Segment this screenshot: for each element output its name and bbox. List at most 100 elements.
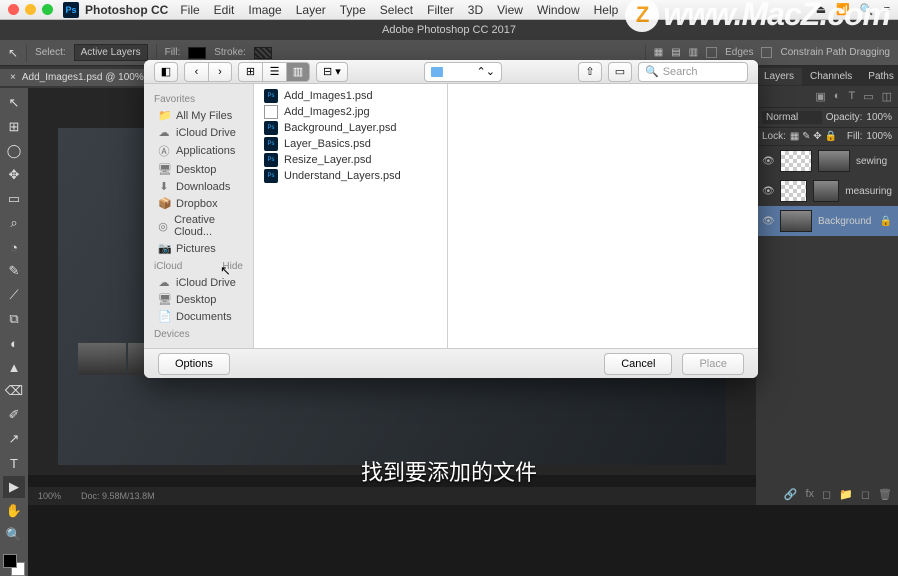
layer-row[interactable]: 👁 measuring xyxy=(756,176,898,206)
list-view-button[interactable]: ☰ xyxy=(262,62,286,82)
blend-mode-dropdown[interactable]: Normal xyxy=(762,111,822,124)
file-row[interactable]: PsAdd_Images1.psd xyxy=(254,88,447,104)
cancel-button[interactable]: Cancel xyxy=(604,353,672,375)
document-tab[interactable]: × Add_Images1.psd @ 100% xyxy=(0,69,154,86)
gradient-tool[interactable]: ▲ xyxy=(3,356,25,378)
hand-tool[interactable]: ✋ xyxy=(3,500,25,522)
forward-button[interactable]: › xyxy=(208,62,232,82)
tab-paths[interactable]: Paths xyxy=(860,68,898,85)
close-tab-icon[interactable]: × xyxy=(10,72,16,83)
opacity-value[interactable]: 100% xyxy=(866,112,892,123)
arrange-button[interactable]: ⊟ ▾ xyxy=(316,62,348,82)
filter-shape-icon[interactable]: ▭ xyxy=(863,90,873,103)
close-window-icon[interactable] xyxy=(8,4,19,15)
sidebar-toggle-button[interactable]: ◧ xyxy=(154,62,178,82)
back-button[interactable]: ‹ xyxy=(184,62,208,82)
sidebar-item-icloud-drive[interactable]: ☁iCloud Drive xyxy=(144,124,253,141)
place-button[interactable]: Place xyxy=(682,353,744,375)
visibility-icon[interactable]: 👁 xyxy=(762,156,774,167)
file-row[interactable]: PsBackground_Layer.psd xyxy=(254,120,447,136)
share-button[interactable]: ⇧ xyxy=(578,62,602,82)
folder-popup[interactable]: ⌃⌄ xyxy=(424,62,502,82)
file-row[interactable]: PsUnderstand_Layers.psd xyxy=(254,168,447,184)
layer-mask-icon[interactable]: ◻ xyxy=(822,488,831,501)
zoom-level[interactable]: 100% xyxy=(38,491,61,501)
align-icon[interactable]: ▦ xyxy=(654,47,663,58)
menu-type[interactable]: Type xyxy=(340,3,366,17)
eraser-tool[interactable]: ◐ xyxy=(3,332,25,354)
quick-select-tool[interactable]: ✥ xyxy=(3,164,25,186)
filter-pixel-icon[interactable]: ▣ xyxy=(815,90,825,103)
hide-button[interactable]: Hide xyxy=(222,261,243,272)
lasso-tool[interactable]: ◯ xyxy=(3,140,25,162)
brush-tool[interactable]: ✎ xyxy=(3,260,25,282)
column-view-button[interactable]: ▥ xyxy=(286,62,310,82)
zoom-window-icon[interactable] xyxy=(42,4,53,15)
menu-edit[interactable]: Edit xyxy=(214,3,235,17)
tab-channels[interactable]: Channels xyxy=(802,68,860,85)
layer-name[interactable]: sewing xyxy=(856,156,887,167)
file-row[interactable]: PsResize_Layer.psd xyxy=(254,152,447,168)
foreground-color-swatch[interactable] xyxy=(3,554,17,568)
file-row[interactable]: PsLayer_Basics.psd xyxy=(254,136,447,152)
icon-view-button[interactable]: ⊞ xyxy=(238,62,262,82)
filter-type-icon[interactable]: T xyxy=(848,90,855,103)
move-tool[interactable]: ↖ xyxy=(3,92,25,114)
minimize-window-icon[interactable] xyxy=(25,4,36,15)
delete-layer-icon[interactable]: 🗑 xyxy=(878,488,892,501)
history-brush-tool[interactable]: ⧉ xyxy=(3,308,25,330)
layer-fx-icon[interactable]: fx xyxy=(805,488,814,501)
menu-window[interactable]: Window xyxy=(537,3,580,17)
sidebar-item-all-my-files[interactable]: 📁All My Files xyxy=(144,107,253,124)
search-field[interactable]: 🔍 Search xyxy=(638,62,748,82)
dodge-tool[interactable]: ✐ xyxy=(3,404,25,426)
zoom-tool[interactable]: 🔍 xyxy=(3,524,25,546)
stroke-swatch[interactable] xyxy=(254,47,272,59)
file-row[interactable]: Add_Images2.jpg xyxy=(254,104,447,120)
blur-tool[interactable]: ⌫ xyxy=(3,380,25,402)
crop-tool[interactable]: ▭ xyxy=(3,188,25,210)
layer-name[interactable]: measuring xyxy=(845,186,892,197)
eyedropper-tool[interactable]: ⌕ xyxy=(3,212,25,234)
layer-name[interactable]: Background xyxy=(818,216,871,227)
sidebar-item-documents[interactable]: 📄Documents xyxy=(144,308,253,325)
select-dropdown[interactable]: Active Layers xyxy=(74,44,148,61)
new-group-icon[interactable]: 📁 xyxy=(839,488,853,501)
sidebar-item-icloud-drive-2[interactable]: ☁iCloud Drive xyxy=(144,274,253,291)
sidebar-item-desktop-2[interactable]: 🖥Desktop xyxy=(144,291,253,308)
spotlight-icon[interactable]: 🔍 xyxy=(860,3,874,16)
sidebar-item-downloads[interactable]: ⬇Downloads xyxy=(144,178,253,195)
clone-tool[interactable]: ⟋ xyxy=(3,284,25,306)
align-icon-2[interactable]: ▤ xyxy=(671,47,680,58)
fill-swatch[interactable] xyxy=(188,47,206,59)
visibility-icon[interactable]: 👁 xyxy=(762,186,774,197)
menu-select[interactable]: Select xyxy=(380,3,413,17)
layer-row[interactable]: 👁 sewing xyxy=(756,146,898,176)
options-button[interactable]: Options xyxy=(158,353,230,375)
move-tool-icon[interactable]: ↖ xyxy=(8,46,18,60)
sidebar-item-applications[interactable]: ⒶApplications xyxy=(144,141,253,161)
filter-adjust-icon[interactable]: ◐ xyxy=(834,90,841,103)
constrain-checkbox[interactable] xyxy=(761,47,772,58)
sidebar-item-dropbox[interactable]: 📦Dropbox xyxy=(144,195,253,212)
sidebar-item-creative-cloud[interactable]: ◎Creative Cloud... xyxy=(144,212,253,240)
lock-icons[interactable]: ▦ ✎ ✥ 🔒 xyxy=(790,131,837,142)
menu-layer[interactable]: Layer xyxy=(296,3,326,17)
sidebar-item-pictures[interactable]: 📷Pictures xyxy=(144,240,253,257)
filter-smart-icon[interactable]: ◫ xyxy=(882,90,892,103)
link-layers-icon[interactable]: 🔗 xyxy=(784,488,798,501)
edges-checkbox[interactable] xyxy=(706,47,717,58)
new-layer-icon[interactable]: ◻ xyxy=(861,488,870,501)
color-swatches[interactable] xyxy=(3,554,25,576)
pen-tool[interactable]: ↗ xyxy=(3,428,25,450)
fill-value[interactable]: 100% xyxy=(866,131,892,142)
tags-button[interactable]: ▭ xyxy=(608,62,632,82)
menu-view[interactable]: View xyxy=(497,3,523,17)
menu-3d[interactable]: 3D xyxy=(468,3,483,17)
marquee-tool[interactable]: ⊞ xyxy=(3,116,25,138)
layer-row[interactable]: 👁 Background 🔒 xyxy=(756,206,898,236)
healing-tool[interactable]: ◔ xyxy=(3,236,25,258)
menu-filter[interactable]: Filter xyxy=(427,3,454,17)
align-icon-3[interactable]: ▥ xyxy=(689,47,698,58)
visibility-icon[interactable]: 👁 xyxy=(762,216,774,227)
